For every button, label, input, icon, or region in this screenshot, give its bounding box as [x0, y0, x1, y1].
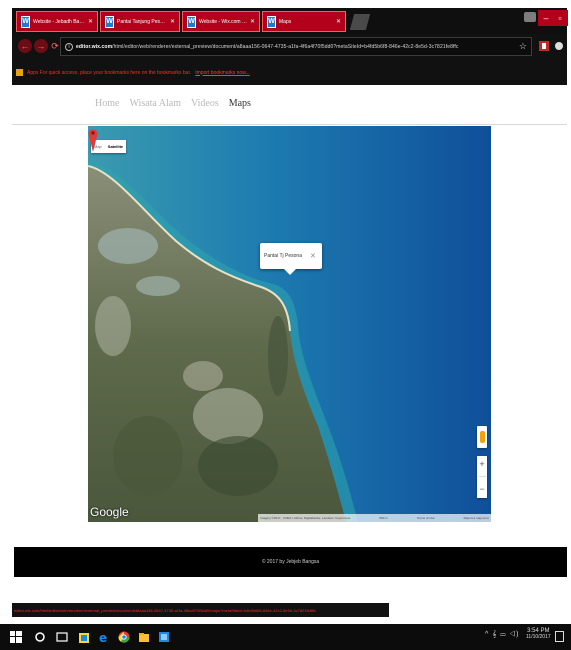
- tab-title: Pantai Tanjung Pesona - ...: [117, 18, 167, 25]
- tab-title: Website - Wix.com | Website...: [199, 18, 247, 25]
- map-pin-icon[interactable]: [88, 126, 98, 152]
- nav-divider: [12, 124, 567, 125]
- cortana-icon[interactable]: [34, 631, 46, 643]
- task-view-icon[interactable]: [56, 631, 68, 643]
- clock-date: 11/10/2017: [526, 634, 551, 640]
- edge-browser-icon[interactable]: e: [98, 631, 110, 643]
- windows-taskbar: e ^ 𝄞 ▭ ◁) 3:54 PM 11/10/2017: [0, 624, 571, 650]
- site-navigation: Home Wisata Alam Videos Maps: [95, 98, 251, 109]
- tab-close-icon[interactable]: ✕: [250, 18, 255, 25]
- url-host: editor.wix.com: [76, 43, 113, 50]
- windows-start-icon[interactable]: [10, 631, 22, 643]
- wix-favicon-icon: W: [105, 15, 114, 28]
- store-icon[interactable]: [78, 631, 90, 643]
- terms-link[interactable]: Terms of Use: [417, 516, 435, 520]
- back-arrow-icon[interactable]: ←: [18, 39, 32, 53]
- close-window-icon[interactable]: [566, 10, 567, 26]
- wix-favicon-icon: W: [187, 15, 196, 28]
- google-logo[interactable]: Google: [90, 505, 129, 519]
- new-tab-button[interactable]: [349, 14, 371, 30]
- zoom-control: + −: [477, 456, 487, 498]
- zoom-out-button[interactable]: −: [479, 485, 484, 494]
- site-footer: © 2017 by Jebjeb Bangsa: [14, 547, 567, 577]
- scale-label[interactable]: 500 m: [379, 516, 387, 520]
- url-text[interactable]: editor.wix.com/html/editor/web/renderer/…: [76, 44, 516, 50]
- zoom-in-button[interactable]: +: [479, 459, 484, 469]
- map-attribution: Imagery ©2017 , CNES / Airbus, DigitalGl…: [258, 514, 491, 522]
- browser-tab[interactable]: W Website - Wix.com | Website... ✕: [182, 11, 260, 32]
- info-window: Pantai Tj Pesona ✕: [260, 243, 322, 275]
- chrome-icon[interactable]: [118, 631, 130, 643]
- taskbar-clock[interactable]: 3:54 PM 11/10/2017: [526, 628, 551, 640]
- wix-favicon-icon: W: [21, 15, 30, 28]
- browser-tab-bar: W Website - Jebadh Bangsa... ✕ W Pantai …: [12, 8, 568, 34]
- satellite-map[interactable]: Map Satellite Pantai Tj Pesona ✕ + − Goo…: [88, 126, 491, 522]
- forward-arrow-icon[interactable]: →: [34, 39, 48, 53]
- tab-close-icon[interactable]: ✕: [88, 18, 93, 25]
- nav-wisata-alam[interactable]: Wisata Alam: [129, 98, 181, 109]
- address-bar[interactable]: i editor.wix.com/html/editor/web/rendere…: [60, 37, 532, 56]
- report-error-link[interactable]: Report a map error: [464, 516, 489, 520]
- screen: W Website - Jebadh Bangsa... ✕ W Pantai …: [0, 0, 571, 650]
- browser-status-bar: editor.wix.com/html/editor/web/renderer/…: [12, 603, 389, 617]
- tab-title: Maps: [279, 18, 292, 25]
- browser-toolbar: ← → ⟳ i editor.wix.com/html/editor/web/r…: [12, 34, 567, 60]
- browser-tab[interactable]: W Website - Jebadh Bangsa... ✕: [16, 11, 98, 32]
- nav-home[interactable]: Home: [95, 98, 119, 109]
- bookmark-star-icon[interactable]: ☆: [519, 41, 527, 52]
- satellite-imagery: [88, 126, 491, 522]
- extension-icon[interactable]: [538, 40, 550, 52]
- system-tray[interactable]: ^ 𝄞 ▭ ◁): [485, 631, 520, 639]
- info-icon[interactable]: i: [65, 42, 73, 51]
- status-url: editor.wix.com/html/editor/web/renderer/…: [14, 607, 317, 613]
- wix-favicon-icon: W: [267, 15, 276, 28]
- svg-text:e: e: [99, 631, 107, 643]
- info-window-close-icon[interactable]: ✕: [310, 252, 316, 260]
- bookmarks-notice: Apps For quick access, place your bookma…: [27, 69, 192, 76]
- import-bookmarks-link[interactable]: Import bookmarks now...: [195, 70, 249, 76]
- browser-tab[interactable]: W Pantai Tanjung Pesona - ... ✕: [100, 11, 180, 32]
- file-explorer-icon[interactable]: [138, 631, 150, 643]
- nav-videos[interactable]: Videos: [191, 98, 219, 109]
- profile-icon[interactable]: [524, 12, 536, 22]
- menu-icon[interactable]: [553, 40, 565, 52]
- action-center-icon[interactable]: [555, 631, 564, 642]
- street-view-pegman-icon[interactable]: [477, 426, 487, 448]
- tab-close-icon[interactable]: ✕: [170, 18, 175, 25]
- url-path: /html/editor/web/renderer/external_previ…: [112, 43, 459, 50]
- map-type-satellite-button[interactable]: Satellite: [105, 140, 126, 153]
- app-icon[interactable]: [158, 631, 170, 643]
- tab-close-icon[interactable]: ✕: [336, 18, 341, 25]
- nav-maps[interactable]: Maps: [229, 98, 251, 109]
- browser-tab-active[interactable]: W Maps ✕: [262, 11, 346, 32]
- apps-grid-icon[interactable]: [16, 69, 23, 76]
- copyright-text: © 2017 by Jebjeb Bangsa: [261, 559, 320, 565]
- bookmarks-bar: Apps For quick access, place your bookma…: [12, 60, 567, 85]
- imagery-credit: Imagery ©2017 , CNES / Airbus, DigitalGl…: [260, 516, 351, 520]
- info-window-title: Pantai Tj Pesona: [264, 253, 302, 259]
- tab-title: Website - Jebadh Bangsa...: [33, 18, 85, 25]
